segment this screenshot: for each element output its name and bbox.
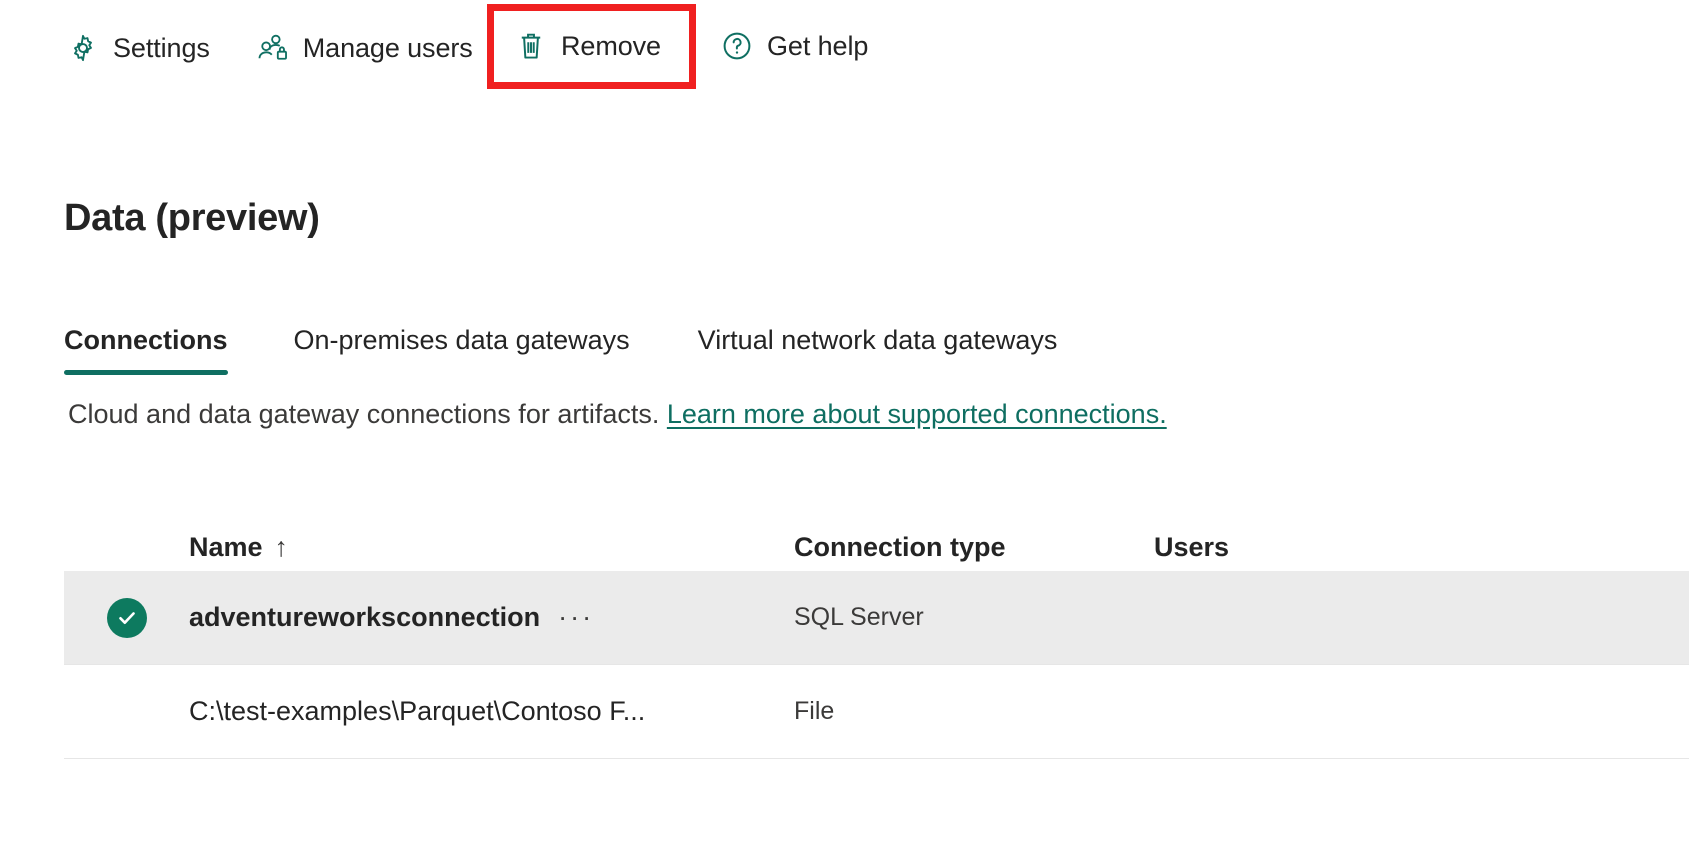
connection-type-value: File (794, 697, 834, 725)
table-header-row: Name ↑ Connection type Users (64, 505, 1689, 571)
settings-label: Settings (113, 31, 210, 65)
gear-icon (66, 31, 100, 65)
command-bar: Settings Manage users Remove (0, 0, 1689, 96)
get-help-label: Get help (767, 29, 868, 63)
header-name-sort[interactable]: Name ↑ (189, 532, 288, 563)
remove-label: Remove (561, 29, 661, 63)
connection-name: adventureworksconnection (189, 602, 540, 633)
connection-type-value: SQL Server (794, 603, 924, 631)
manage-users-button[interactable]: Manage users (242, 22, 487, 74)
description-label: Cloud and data gateway connections for a… (68, 399, 667, 429)
header-cell-users[interactable]: Users (1154, 532, 1454, 563)
manage-users-label: Manage users (303, 31, 473, 65)
row-connection-type-cell: File (794, 697, 1154, 726)
connections-table: Name ↑ Connection type Users adventurewo… (64, 505, 1689, 759)
trash-icon (514, 29, 548, 63)
tab-virtual-network-data-gateways[interactable]: Virtual network data gateways (698, 323, 1058, 375)
sort-ascending-icon: ↑ (275, 534, 289, 561)
header-cell-name[interactable]: Name ↑ (189, 532, 794, 563)
remove-button[interactable]: Remove (500, 20, 675, 72)
check-circle-icon[interactable] (107, 598, 147, 638)
more-options-icon[interactable]: ··· (558, 604, 594, 631)
settings-button[interactable]: Settings (52, 22, 224, 74)
tab-on-premises-data-gateways[interactable]: On-premises data gateways (294, 323, 630, 375)
learn-more-link[interactable]: Learn more about supported connections. (667, 399, 1167, 429)
manage-users-icon (256, 31, 290, 65)
header-users-label: Users (1154, 532, 1229, 563)
table-row[interactable]: C:\test-examples\Parquet\Contoso F... Fi… (64, 665, 1689, 759)
header-name-label: Name (189, 532, 263, 563)
tab-list: Connections On-premises data gateways Vi… (64, 303, 1057, 375)
header-connection-type-label: Connection type (794, 532, 1006, 563)
row-name-cell[interactable]: C:\test-examples\Parquet\Contoso F... (189, 696, 794, 727)
tab-connections[interactable]: Connections (64, 323, 228, 375)
get-help-button[interactable]: Get help (706, 20, 882, 72)
table-row[interactable]: adventureworksconnection ··· SQL Server (64, 571, 1689, 665)
row-select-cell[interactable] (64, 598, 189, 638)
question-circle-icon (720, 29, 754, 63)
connection-name: C:\test-examples\Parquet\Contoso F... (189, 696, 645, 727)
header-cell-connection-type[interactable]: Connection type (794, 532, 1154, 563)
page-title: Data (preview) (64, 197, 320, 240)
row-name-cell[interactable]: adventureworksconnection ··· (189, 602, 794, 633)
description-text: Cloud and data gateway connections for a… (68, 396, 1167, 432)
row-connection-type-cell: SQL Server (794, 603, 1154, 632)
